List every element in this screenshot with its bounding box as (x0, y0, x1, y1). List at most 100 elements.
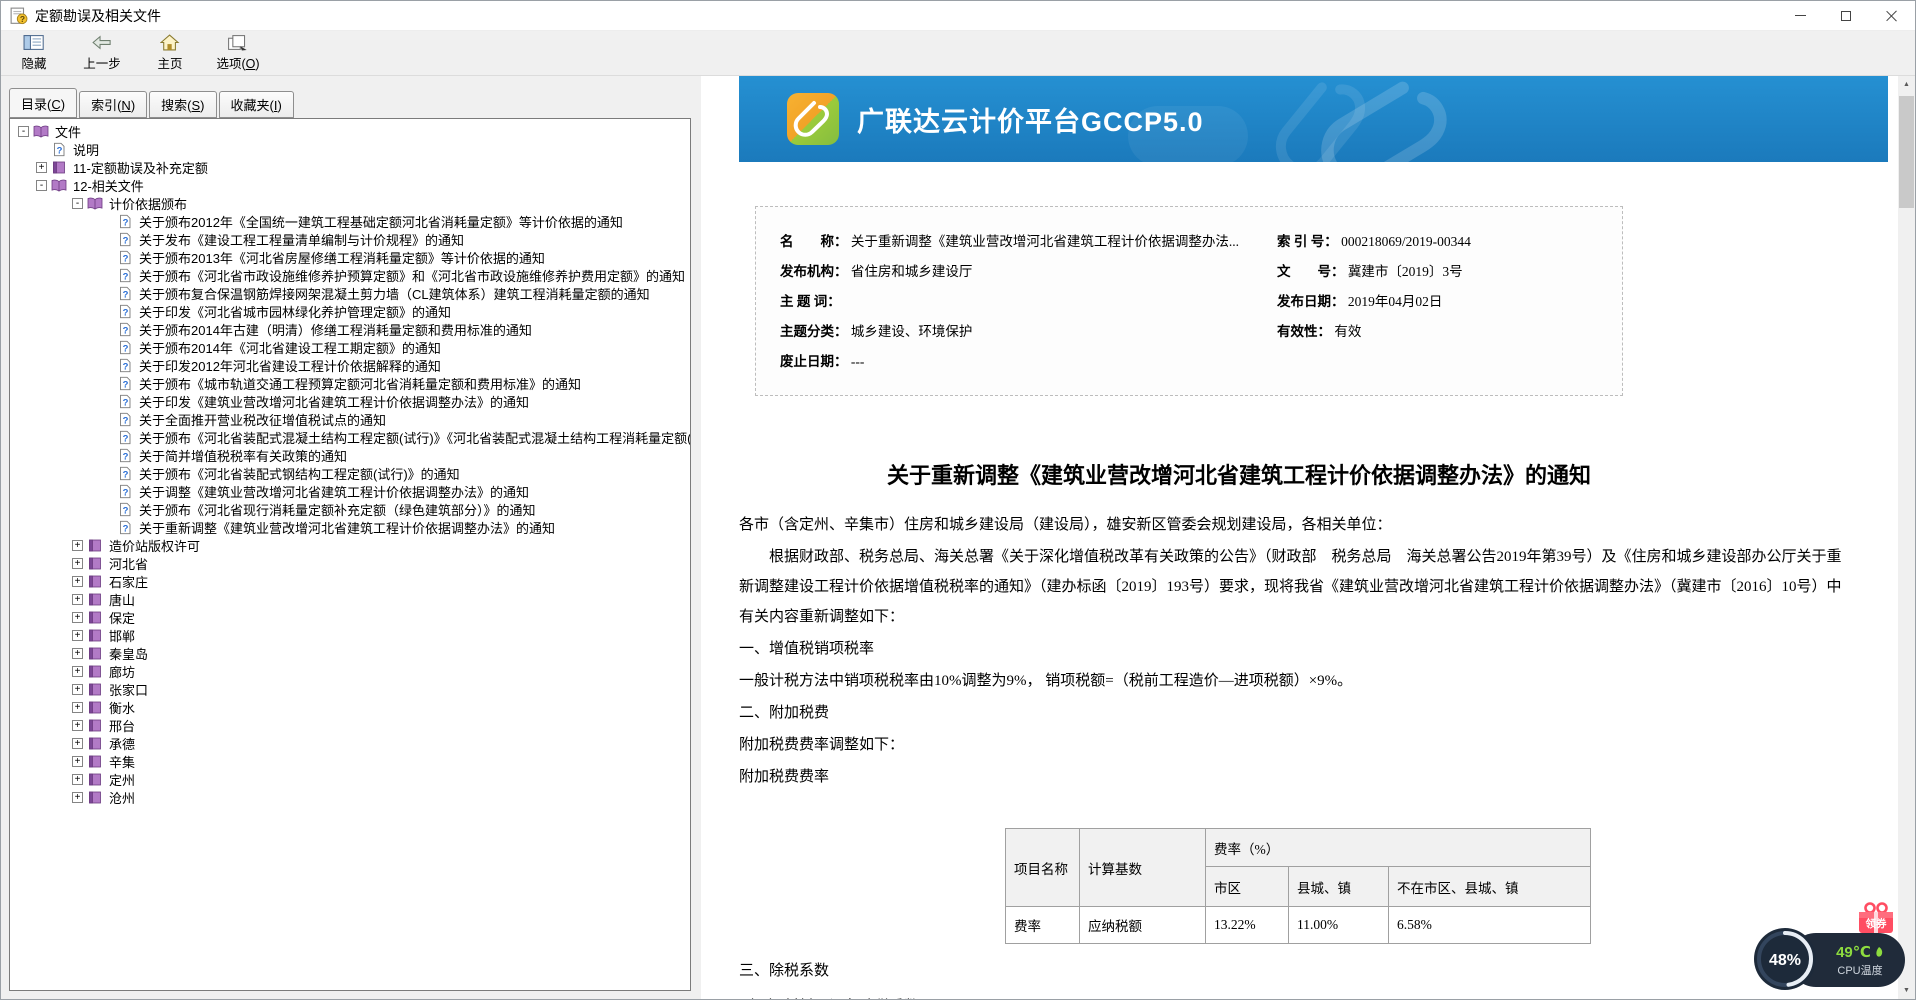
tree-item-label: 秦皇岛 (109, 646, 149, 662)
meta-label: 主题分类： (780, 324, 848, 339)
tree-item[interactable]: ? 关于颁布《河北省现行消耗量定额补充定额（绿色建筑部分）》的通知 (10, 500, 690, 518)
tree-item[interactable]: ? 关于颁布2014年古建（明清）修缮工程消耗量定额和费用标准的通知 (10, 320, 690, 338)
tree-item[interactable]: ? 邯郸 (10, 626, 690, 644)
tree-item[interactable]: ? 关于印发《建筑业营改增河北省建筑工程计价依据调整办法》的通知 (10, 392, 690, 410)
expand-toggle[interactable] (72, 791, 83, 803)
tab-search[interactable]: 搜索(S) (149, 91, 217, 118)
table-header-base: 计算基数 (1079, 828, 1206, 907)
tree-item[interactable]: ? 关于颁布《河北省装配式混凝土结构工程定额(试行)》《河北省装配式混凝土结构工… (10, 428, 690, 446)
closed-book-icon (89, 629, 101, 641)
scrollbar-thumb[interactable] (1899, 96, 1914, 208)
tree-item[interactable]: ? 关于全面推开营业税改征增值税试点的通知 (10, 410, 690, 428)
cpu-monitor-widget[interactable]: 49℃ CPU温度 48% 领券 (1753, 901, 1905, 990)
tree-item[interactable]: ? 邢台 (10, 716, 690, 734)
tab-contents[interactable]: 目录(C) (9, 88, 78, 118)
expand-toggle[interactable] (72, 539, 83, 551)
tree-item[interactable]: ? 保定 (10, 608, 690, 626)
tree-item[interactable]: ? 关于颁布2012年《全国统一建筑工程基础定额河北省消耗量定额》等计价依据的通… (10, 212, 690, 230)
tree-item[interactable]: ? 唐山 (10, 590, 690, 608)
expand-toggle[interactable] (72, 755, 83, 767)
svg-text:?: ? (123, 505, 129, 516)
tree-item[interactable]: ? 张家口 (10, 680, 690, 698)
meta-right-column: 索 引 号： 000218069/2019-00344 文 号： 冀建市〔201… (1277, 227, 1471, 347)
tab-index[interactable]: 索引(N) (79, 91, 148, 118)
tree-item[interactable]: ? 关于颁布2013年《河北省房屋修缮工程消耗量定额》等计价依据的通知 (10, 248, 690, 266)
tree-item[interactable]: ? 沧州 (10, 788, 690, 806)
content-scrollbar[interactable] (1898, 76, 1915, 999)
help-page-icon: ? (120, 520, 131, 534)
tree-item-label: 关于全面推开营业税改征增值税试点的通知 (139, 412, 387, 428)
expand-toggle[interactable] (72, 737, 83, 749)
tree-item[interactable]: ? 11-定额勘误及补充定额 (10, 158, 690, 176)
minimize-button[interactable] (1777, 1, 1823, 30)
expand-toggle[interactable] (72, 665, 83, 677)
tree-item[interactable]: ? 关于发布《建设工程工程量清单编制与计价规程》的通知 (10, 230, 690, 248)
memory-usage-gauge[interactable]: 48% (1753, 927, 1817, 991)
tree-item[interactable]: ? 关于印发2012年河北省建设工程计价依据解释的通知 (10, 356, 690, 374)
hide-panel-button[interactable]: 隐藏 (11, 32, 57, 74)
expand-toggle[interactable] (72, 773, 83, 785)
expand-toggle[interactable] (72, 719, 83, 731)
tree-item[interactable]: ? 关于简并增值税税率有关政策的通知 (10, 446, 690, 464)
tree-item[interactable]: ? 关于颁布《河北省市政设施维修养护预算定额》和《河北省市政设施维修养护费用定额… (10, 266, 690, 284)
tree-item[interactable]: ? 廊坊 (10, 662, 690, 680)
tree-item[interactable]: ? 计价依据颁布 (10, 194, 690, 212)
tree-item[interactable]: ? 辛集 (10, 752, 690, 770)
expand-toggle[interactable] (72, 701, 83, 713)
tree-item[interactable]: ? 秦皇岛 (10, 644, 690, 662)
topic-pane: 广联达云计价平台GCCP5.0 名 称： 关于重新调整《建筑业营改增河北省建筑工… (701, 76, 1915, 999)
tree-item[interactable]: ? 关于颁布2014年《河北省建设工程工期定额》的通知 (10, 338, 690, 356)
back-button[interactable]: 上一步 (79, 32, 125, 74)
meta-label: 主 题 词： (780, 294, 841, 309)
expand-toggle[interactable] (36, 179, 47, 191)
surtax-rate-table: 项目名称 计算基数 费率（%） 市区 县城、镇 不在市区、县城、镇 费率 应纳税… (1005, 828, 1591, 944)
scroll-up-arrow-icon[interactable] (1898, 76, 1915, 93)
tree-item[interactable]: ? 承德 (10, 734, 690, 752)
meta-label: 名 称： (780, 234, 848, 249)
help-page-icon: ? (120, 322, 131, 336)
expand-toggle[interactable] (72, 575, 83, 587)
navigation-tabs: 目录(C) 索引(N) 搜索(S) 收藏夹(I) (9, 88, 296, 118)
close-button[interactable] (1869, 1, 1915, 30)
expand-toggle[interactable] (72, 683, 83, 695)
cpu-temp-label: CPU温度 (1837, 964, 1883, 977)
tree-item[interactable]: ? 关于印发《河北省城市园林绿化养护管理定额》的通知 (10, 302, 690, 320)
home-button[interactable]: 主页 (147, 32, 193, 74)
tree-item[interactable]: ? 关于颁布《城市轨道交通工程预算定额河北省消耗量定额和费用标准》的通知 (10, 374, 690, 392)
expand-toggle[interactable] (72, 629, 83, 641)
help-page-icon: ? (120, 376, 131, 390)
tree-item[interactable]: ? 关于调整《建筑业营改增河北省建筑工程计价依据调整办法》的通知 (10, 482, 690, 500)
tree-item[interactable]: ? 石家庄 (10, 572, 690, 590)
closed-book-icon (89, 611, 101, 623)
tree-item[interactable]: ? 衡水 (10, 698, 690, 716)
tree-item[interactable]: ? 河北省 (10, 554, 690, 572)
tree-item[interactable]: ? 关于颁布复合保温钢筋焊接网架混凝土剪力墙（CL建筑体系）建筑工程消耗量定额的… (10, 284, 690, 302)
options-button-label: 选项(O) (216, 57, 260, 71)
expand-toggle[interactable] (18, 125, 29, 137)
closed-book-icon (89, 773, 101, 785)
tree-item[interactable]: ? 造价站版权许可 (10, 536, 690, 554)
expand-toggle[interactable] (72, 557, 83, 569)
tree-item[interactable]: ? 说明 (10, 140, 690, 158)
navigation-pane: 目录(C) 索引(N) 搜索(S) 收藏夹(I) - 文件 ? 说明 + 11-… (1, 76, 701, 999)
options-button[interactable]: 选项(O) (215, 32, 261, 74)
tree-item-label: 定州 (109, 772, 136, 788)
tree-item[interactable]: ? 12-相关文件 (10, 176, 690, 194)
leaf-icon (1876, 946, 1883, 957)
meta-label: 发布机构： (780, 264, 848, 279)
tree-item[interactable]: ? 关于重新调整《建筑业营改增河北省建筑工程计价依据调整办法》的通知 (10, 518, 690, 536)
tree-item[interactable]: ? 文件 (10, 122, 690, 140)
expand-toggle[interactable] (72, 611, 83, 623)
svg-text:?: ? (123, 289, 129, 300)
tree-item[interactable]: ? 关于颁布《河北省装配式钢结构工程定额(试行)》的通知 (10, 464, 690, 482)
expand-toggle[interactable] (36, 161, 47, 173)
table-header-rate: 费率（%） (1205, 828, 1591, 867)
tree-item[interactable]: ? 定州 (10, 770, 690, 788)
tab-favorites[interactable]: 收藏夹(I) (218, 91, 294, 118)
svg-text:?: ? (123, 271, 129, 282)
coupon-badge[interactable]: 领券 (1855, 901, 1897, 935)
maximize-button[interactable] (1823, 1, 1869, 30)
expand-toggle[interactable] (72, 197, 83, 209)
expand-toggle[interactable] (72, 593, 83, 605)
expand-toggle[interactable] (72, 647, 83, 659)
